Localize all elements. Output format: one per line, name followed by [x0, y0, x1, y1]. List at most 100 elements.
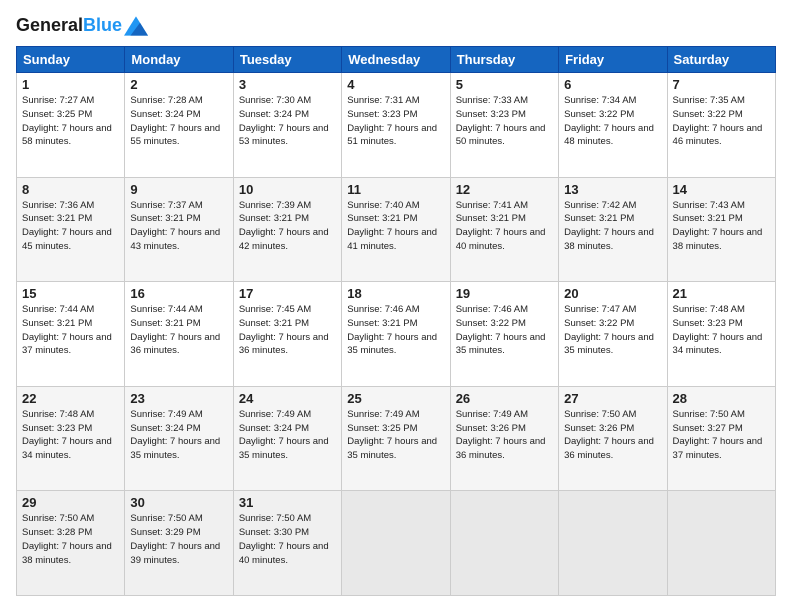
day-info: Sunrise: 7:49 AMSunset: 3:24 PMDaylight:…	[239, 408, 336, 463]
calendar-cell	[667, 491, 775, 596]
day-number: 25	[347, 391, 444, 406]
calendar-cell: 25 Sunrise: 7:49 AMSunset: 3:25 PMDayligh…	[342, 386, 450, 491]
day-number: 18	[347, 286, 444, 301]
calendar-cell: 4 Sunrise: 7:31 AMSunset: 3:23 PMDaylight…	[342, 73, 450, 178]
day-info: Sunrise: 7:37 AMSunset: 3:21 PMDaylight:…	[130, 199, 227, 254]
day-info: Sunrise: 7:31 AMSunset: 3:23 PMDaylight:…	[347, 94, 444, 149]
logo-text: GeneralBlue	[16, 16, 122, 36]
day-info: Sunrise: 7:49 AMSunset: 3:26 PMDaylight:…	[456, 408, 553, 463]
day-number: 28	[673, 391, 770, 406]
day-number: 17	[239, 286, 336, 301]
calendar-cell	[342, 491, 450, 596]
weekday-header: Friday	[559, 47, 667, 73]
day-number: 16	[130, 286, 227, 301]
calendar-cell: 19Sunrise: 7:46 AMSunset: 3:22 PMDayligh…	[450, 282, 558, 387]
weekday-header: Saturday	[667, 47, 775, 73]
day-number: 5	[456, 77, 553, 92]
day-number: 2	[130, 77, 227, 92]
calendar-cell: 21 Sunrise: 7:48 AMSunset: 3:23 PMDayligh…	[667, 282, 775, 387]
day-number: 11	[347, 182, 444, 197]
day-info: Sunrise: 7:42 AMSunset: 3:21 PMDaylight:…	[564, 199, 661, 254]
weekday-header: Wednesday	[342, 47, 450, 73]
day-info: Sunrise: 7:50 AMSunset: 3:27 PMDaylight:…	[673, 408, 770, 463]
day-number: 23	[130, 391, 227, 406]
calendar-cell	[559, 491, 667, 596]
day-info: Sunrise: 7:47 AMSunset: 3:22 PMDaylight:…	[564, 303, 661, 358]
calendar-cell: 6Sunrise: 7:34 AMSunset: 3:22 PMDaylight…	[559, 73, 667, 178]
day-info: Sunrise: 7:50 AMSunset: 3:26 PMDaylight:…	[564, 408, 661, 463]
calendar-cell: 27 Sunrise: 7:50 AMSunset: 3:26 PMDayligh…	[559, 386, 667, 491]
calendar-cell: 3Sunrise: 7:30 AMSunset: 3:24 PMDaylight…	[233, 73, 341, 178]
logo: GeneralBlue	[16, 16, 148, 36]
calendar-cell: 11 Sunrise: 7:40 AMSunset: 3:21 PMDayligh…	[342, 177, 450, 282]
header: GeneralBlue	[16, 16, 776, 36]
calendar-cell: 31 Sunrise: 7:50 AMSunset: 3:30 PMDayligh…	[233, 491, 341, 596]
day-number: 27	[564, 391, 661, 406]
day-number: 8	[22, 182, 119, 197]
day-number: 13	[564, 182, 661, 197]
calendar-cell: 30 Sunrise: 7:50 AMSunset: 3:29 PMDayligh…	[125, 491, 233, 596]
day-number: 29	[22, 495, 119, 510]
day-info: Sunrise: 7:50 AMSunset: 3:29 PMDaylight:…	[130, 512, 227, 567]
weekday-header: Monday	[125, 47, 233, 73]
day-number: 1	[22, 77, 119, 92]
calendar-cell: 20 Sunrise: 7:47 AMSunset: 3:22 PMDayligh…	[559, 282, 667, 387]
day-number: 7	[673, 77, 770, 92]
weekday-header: Sunday	[17, 47, 125, 73]
calendar-cell: 10 Sunrise: 7:39 AMSunset: 3:21 PMDayligh…	[233, 177, 341, 282]
calendar-cell: 28 Sunrise: 7:50 AMSunset: 3:27 PMDayligh…	[667, 386, 775, 491]
calendar-cell: 18 Sunrise: 7:46 AMSunset: 3:21 PMDayligh…	[342, 282, 450, 387]
day-number: 15	[22, 286, 119, 301]
day-info: Sunrise: 7:40 AMSunset: 3:21 PMDaylight:…	[347, 199, 444, 254]
day-info: Sunrise: 7:44 AMSunset: 3:21 PMDaylight:…	[130, 303, 227, 358]
day-info: Sunrise: 7:49 AMSunset: 3:25 PMDaylight:…	[347, 408, 444, 463]
day-info: Sunrise: 7:35 AMSunset: 3:22 PMDaylight:…	[673, 94, 770, 149]
calendar-cell: 23 Sunrise: 7:49 AMSunset: 3:24 PMDayligh…	[125, 386, 233, 491]
calendar-cell: 12 Sunrise: 7:41 AMSunset: 3:21 PMDayligh…	[450, 177, 558, 282]
day-info: Sunrise: 7:43 AMSunset: 3:21 PMDaylight:…	[673, 199, 770, 254]
day-number: 31	[239, 495, 336, 510]
day-number: 6	[564, 77, 661, 92]
calendar-cell: 22 Sunrise: 7:48 AMSunset: 3:23 PMDayligh…	[17, 386, 125, 491]
day-info: Sunrise: 7:48 AMSunset: 3:23 PMDaylight:…	[673, 303, 770, 358]
day-number: 10	[239, 182, 336, 197]
weekday-header: Tuesday	[233, 47, 341, 73]
calendar-cell: 13 Sunrise: 7:42 AMSunset: 3:21 PMDayligh…	[559, 177, 667, 282]
calendar-cell: 15 Sunrise: 7:44 AMSunset: 3:21 PMDayligh…	[17, 282, 125, 387]
calendar-cell: 7 Sunrise: 7:35 AMSunset: 3:22 PMDaylight…	[667, 73, 775, 178]
day-number: 4	[347, 77, 444, 92]
day-number: 21	[673, 286, 770, 301]
day-info: Sunrise: 7:45 AMSunset: 3:21 PMDaylight:…	[239, 303, 336, 358]
day-number: 12	[456, 182, 553, 197]
day-info: Sunrise: 7:50 AMSunset: 3:28 PMDaylight:…	[22, 512, 119, 567]
calendar-cell: 17 Sunrise: 7:45 AMSunset: 3:21 PMDayligh…	[233, 282, 341, 387]
day-info: Sunrise: 7:50 AMSunset: 3:30 PMDaylight:…	[239, 512, 336, 567]
day-number: 3	[239, 77, 336, 92]
calendar-cell: 5 Sunrise: 7:33 AMSunset: 3:23 PMDaylight…	[450, 73, 558, 178]
calendar: SundayMondayTuesdayWednesdayThursdayFrid…	[16, 46, 776, 596]
page: GeneralBlue SundayMondayTuesdayWednesday…	[0, 0, 792, 612]
day-number: 30	[130, 495, 227, 510]
weekday-header: Thursday	[450, 47, 558, 73]
logo-icon	[124, 16, 148, 36]
calendar-cell: 8Sunrise: 7:36 AMSunset: 3:21 PMDaylight…	[17, 177, 125, 282]
calendar-cell: 2Sunrise: 7:28 AMSunset: 3:24 PMDaylight…	[125, 73, 233, 178]
day-number: 9	[130, 182, 227, 197]
calendar-cell: 16 Sunrise: 7:44 AMSunset: 3:21 PMDayligh…	[125, 282, 233, 387]
calendar-cell: 14Sunrise: 7:43 AMSunset: 3:21 PMDayligh…	[667, 177, 775, 282]
day-info: Sunrise: 7:33 AMSunset: 3:23 PMDaylight:…	[456, 94, 553, 149]
calendar-cell: 24Sunrise: 7:49 AMSunset: 3:24 PMDayligh…	[233, 386, 341, 491]
day-info: Sunrise: 7:41 AMSunset: 3:21 PMDaylight:…	[456, 199, 553, 254]
day-number: 26	[456, 391, 553, 406]
day-number: 22	[22, 391, 119, 406]
day-info: Sunrise: 7:39 AMSunset: 3:21 PMDaylight:…	[239, 199, 336, 254]
day-number: 20	[564, 286, 661, 301]
day-info: Sunrise: 7:49 AMSunset: 3:24 PMDaylight:…	[130, 408, 227, 463]
day-info: Sunrise: 7:27 AMSunset: 3:25 PMDaylight:…	[22, 94, 119, 149]
calendar-cell: 29 Sunrise: 7:50 AMSunset: 3:28 PMDayligh…	[17, 491, 125, 596]
day-info: Sunrise: 7:48 AMSunset: 3:23 PMDaylight:…	[22, 408, 119, 463]
day-info: Sunrise: 7:44 AMSunset: 3:21 PMDaylight:…	[22, 303, 119, 358]
calendar-cell	[450, 491, 558, 596]
day-info: Sunrise: 7:46 AMSunset: 3:21 PMDaylight:…	[347, 303, 444, 358]
calendar-cell: 1 Sunrise: 7:27 AMSunset: 3:25 PMDaylight…	[17, 73, 125, 178]
